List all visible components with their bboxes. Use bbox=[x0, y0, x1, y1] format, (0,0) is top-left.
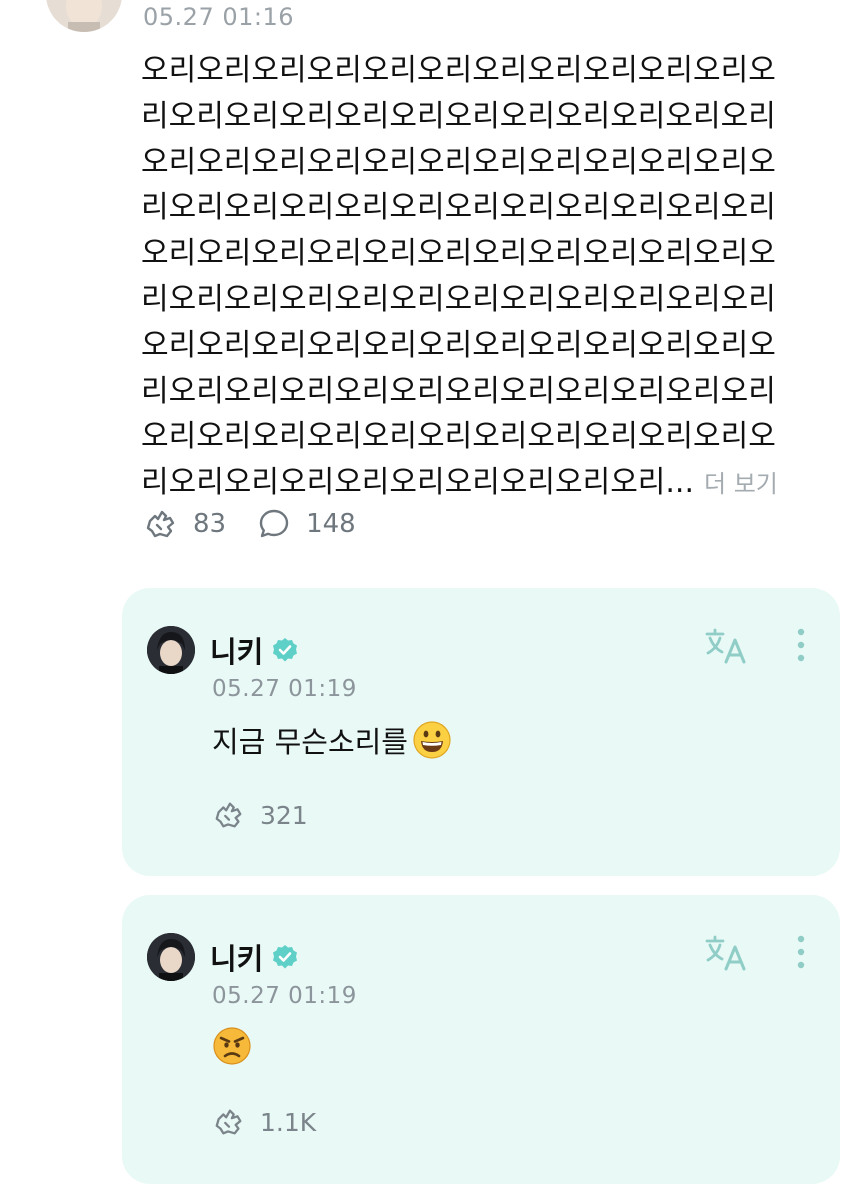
cheer-icon bbox=[215, 1109, 242, 1135]
comment-card: 니키 05.27 01:19 지금 무슨소리를 321 bbox=[122, 588, 840, 876]
comment-author-avatar[interactable] bbox=[147, 626, 195, 674]
angry-face-icon bbox=[213, 1027, 251, 1065]
comment-timestamp: 05.27 01:19 bbox=[212, 676, 357, 702]
comment-like-button[interactable]: 1.1K bbox=[212, 1105, 316, 1139]
verified-badge-icon bbox=[273, 638, 298, 662]
post-like-button[interactable]: 83 bbox=[143, 506, 226, 542]
post-timestamp: 05.27 01:16 bbox=[143, 3, 294, 31]
grinning-face-icon bbox=[413, 721, 451, 759]
post-content-last-line: 리오리오리오리오리오리오리오리오리오리... 더 보기 bbox=[141, 460, 806, 506]
post-content-line: 오리오리오리오리오리오리오리오리오리오리오리오 bbox=[141, 144, 776, 180]
cheer-icon bbox=[146, 510, 175, 538]
comment-author-name[interactable]: 니키 bbox=[210, 936, 263, 978]
post-like-count: 83 bbox=[193, 509, 227, 539]
comment-bubble-icon bbox=[259, 509, 289, 538]
cheer-icon bbox=[215, 802, 242, 828]
post-content-line: 리오리오리오리오리오리오리오리오리오리오리오리 bbox=[141, 190, 776, 226]
post-content-line: 리오리오리오리오리오리오리오리오리오리오리오리 bbox=[141, 281, 776, 317]
post-content-line: 오리오리오리오리오리오리오리오리오리오리오리오 bbox=[141, 327, 776, 363]
translate-button[interactable] bbox=[704, 626, 750, 670]
comment-like-count: 321 bbox=[260, 800, 308, 830]
post-comment-button[interactable]: 148 bbox=[256, 506, 356, 542]
more-vertical-icon bbox=[797, 628, 805, 662]
comment-like-button[interactable]: 321 bbox=[212, 798, 308, 832]
post-author-avatar-image bbox=[46, 0, 122, 32]
post-content-line: 리오리오리오리오리오리오리오리오리오리오리오리 bbox=[141, 373, 776, 409]
translate-icon bbox=[705, 935, 746, 971]
comment-timestamp: 05.27 01:19 bbox=[212, 983, 357, 1009]
post-content-line: 오리오리오리오리오리오리오리오리오리오리오리오 bbox=[141, 419, 776, 455]
avatar-image bbox=[147, 626, 195, 674]
comment-text: 지금 무슨소리를 bbox=[212, 719, 452, 761]
post-comment-count: 148 bbox=[306, 509, 356, 539]
avatar-image bbox=[147, 933, 195, 981]
translate-icon bbox=[705, 628, 746, 664]
more-vertical-icon bbox=[797, 935, 805, 969]
post-content-line: 리오리오리오리오리오리오리오리오리오리오리오리 bbox=[141, 98, 776, 134]
read-more-link[interactable]: 더 보기 bbox=[704, 462, 778, 506]
comment-text bbox=[212, 1026, 252, 1066]
comment-like-count: 1.1K bbox=[260, 1107, 317, 1137]
post-author-avatar[interactable] bbox=[46, 0, 122, 32]
post-content-line: 오리오리오리오리오리오리오리오리오리오리오리오 bbox=[141, 236, 776, 272]
more-options-button[interactable] bbox=[794, 626, 808, 670]
comment-author-row: 니키 bbox=[210, 936, 299, 978]
comment-card: 니키 05.27 01:19 1.1K bbox=[122, 895, 840, 1184]
comment-author-avatar[interactable] bbox=[147, 933, 195, 981]
comment-author-row: 니키 bbox=[210, 629, 299, 671]
post-stats: 83 148 bbox=[143, 506, 386, 542]
comment-text-content: 지금 무슨소리를 bbox=[212, 725, 408, 759]
verified-badge-icon bbox=[273, 945, 298, 969]
translate-button[interactable] bbox=[704, 933, 750, 977]
post-content: 오리오리오리오리오리오리오리오리오리오리오리오 리오리오리오리오리오리오리오리오… bbox=[141, 48, 806, 506]
post-content-line: 리오리오리오리오리오리오리오리오리오리... bbox=[141, 465, 695, 501]
post-content-line: 오리오리오리오리오리오리오리오리오리오리오리오 bbox=[141, 53, 776, 88]
more-options-button[interactable] bbox=[794, 933, 808, 977]
comment-author-name[interactable]: 니키 bbox=[210, 629, 263, 671]
